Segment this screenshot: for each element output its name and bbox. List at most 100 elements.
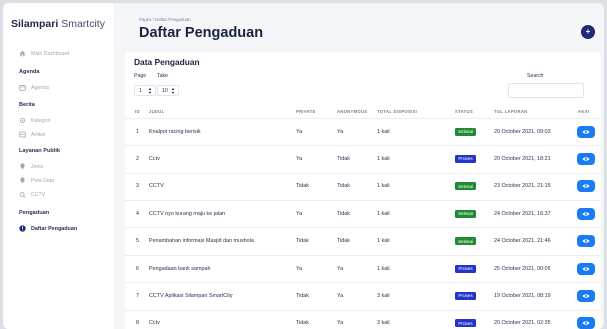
column-header-tgl-laporan: TGL LAPORAN	[494, 109, 528, 114]
page-stepper[interactable]: 1 ▲ ▼	[134, 85, 156, 96]
column-header-judul: JUDUL	[149, 109, 165, 114]
divider	[125, 118, 601, 119]
stepper-arrows-icon[interactable]: ▲ ▼	[148, 87, 152, 95]
cell-tgl-laporan: 20 October 2021, 18:21	[494, 155, 551, 162]
sidebar-section-pengaduan: Pengaduan	[19, 210, 50, 216]
cell-judul: Knalpot racing berisik	[149, 128, 201, 135]
column-header-total-disposisi: TOTAL DISPOSISI	[377, 109, 418, 114]
sidebar-item-cctv[interactable]: CCTV	[19, 191, 45, 198]
data-card: Data Pengaduan Page Take 1 ▲ ▼ 10 ▲ ▼ Sear…	[125, 52, 601, 329]
column-header-id: ID	[135, 109, 140, 114]
cell-tgl-laporan: 24 October 2021, 21:46	[494, 238, 551, 245]
sidebar-item-label: Jenis	[31, 163, 44, 170]
cell-disposisi: 1 kali	[377, 183, 390, 190]
eye-icon	[582, 294, 590, 298]
cell-anonymous: Ya	[337, 265, 344, 272]
location-pin-icon	[19, 177, 26, 184]
cell-private: Tidak	[296, 238, 309, 245]
sidebar-section-agenda: Agenda	[19, 69, 40, 75]
sidebar-item-daftar-pengaduan[interactable]: Daftar Pengaduan	[19, 225, 77, 232]
sidebar-item-kategori[interactable]: Kategori	[19, 117, 50, 124]
cell-judul: Pengadaan bank sampah	[149, 265, 211, 272]
cell-private: Tidak	[296, 183, 309, 190]
cell-private: Ya	[296, 155, 303, 162]
sidebar-item-agenda[interactable]: Agenda	[19, 84, 49, 91]
stepper-arrows-icon[interactable]: ▲ ▼	[171, 87, 175, 95]
sidebar-item-label: CCTV	[31, 191, 46, 198]
sidebar-item-main-dashboard[interactable]: Main Dashboard	[19, 50, 69, 57]
cell-judul: Penambahan informasi Masjid dan mushola	[149, 238, 254, 245]
sidebar-item-label: Agenda	[31, 84, 49, 91]
view-button[interactable]	[577, 289, 595, 302]
cell-anonymous: Ya	[337, 128, 344, 135]
divider	[125, 254, 601, 256]
view-button[interactable]	[577, 207, 595, 220]
cell-private: Tidak	[296, 292, 309, 299]
column-header-private: PRIVATE	[296, 109, 316, 114]
location-pin-icon	[19, 163, 26, 170]
add-button[interactable]: +	[581, 25, 595, 39]
cell-judul: CCTV nyo kurang maju ke jalan	[149, 210, 226, 217]
divider	[125, 309, 601, 311]
home-icon	[19, 50, 26, 57]
status-badge: Selesai	[455, 127, 476, 136]
eye-icon	[582, 321, 590, 325]
divider	[125, 200, 601, 201]
calendar-icon	[19, 84, 26, 91]
status-badge: Proses	[455, 154, 476, 163]
cell-private: Ya	[296, 210, 303, 217]
page-title: Daftar Pengaduan	[139, 25, 264, 41]
cell-anonymous: Tidak	[337, 155, 350, 162]
take-stepper[interactable]: 10 ▲ ▼	[157, 85, 179, 96]
view-button[interactable]	[577, 235, 595, 248]
sidebar-item-artikel[interactable]: Artikel	[19, 131, 45, 138]
app-window: Silampari Smartcity Main Dashboard Agend…	[3, 3, 604, 329]
status-badge: Proses	[455, 291, 476, 300]
sidebar: Silampari Smartcity Main Dashboard Agend…	[3, 3, 115, 329]
search-input[interactable]	[508, 83, 584, 98]
cell-id: 8	[136, 320, 139, 327]
eye-icon	[582, 184, 590, 188]
view-button[interactable]	[577, 262, 595, 275]
view-button[interactable]	[577, 152, 595, 165]
sidebar-section-layanan-publik: Layanan Publik	[19, 148, 61, 154]
cell-disposisi: 1 kali	[377, 155, 390, 162]
card-title: Data Pengaduan	[134, 57, 200, 67]
column-header-anonymous: ANONYMOUS	[337, 109, 368, 114]
view-button[interactable]	[577, 180, 595, 193]
cell-private: Ya	[296, 265, 303, 272]
divider	[125, 172, 601, 174]
sidebar-item-label: Daftar Pengaduan	[31, 225, 78, 232]
sidebar-item-peta-data[interactable]: Peta Data	[19, 177, 54, 184]
divider	[125, 145, 601, 147]
cell-tgl-laporan: 20 October 2021, 09:03	[494, 128, 551, 135]
cell-anonymous: Tidak	[337, 238, 350, 245]
cell-disposisi: 3 kali	[377, 292, 390, 299]
cell-private: Ya	[296, 128, 303, 135]
cell-judul: CCTV Aplikasi Silampari SmartCity	[149, 292, 233, 299]
divider	[125, 282, 601, 284]
cell-disposisi: 1 kali	[377, 210, 390, 217]
cell-tgl-laporan: 23 October 2021, 21:15	[494, 183, 551, 190]
cell-anonymous: Tidak	[337, 210, 350, 217]
brand-logo[interactable]: Silampari Smartcity	[11, 18, 105, 30]
sidebar-section-berita: Berita	[19, 102, 35, 108]
cell-id: 6	[136, 265, 139, 272]
view-button[interactable]	[577, 317, 595, 329]
sidebar-item-jenis[interactable]: Jenis	[19, 163, 43, 170]
info-icon	[19, 225, 26, 232]
eye-icon	[582, 266, 590, 271]
cell-id: 1	[136, 128, 139, 135]
cell-disposisi: 3 kali	[377, 320, 390, 327]
list-icon	[19, 131, 26, 138]
cell-anonymous: Ya	[337, 292, 344, 299]
cell-id: 2	[136, 155, 139, 162]
cell-tgl-laporan: 25 October 2021, 00:05	[494, 265, 551, 272]
view-button[interactable]	[577, 125, 595, 138]
cell-judul: Cctv	[149, 155, 160, 162]
eye-icon	[582, 129, 590, 134]
cell-id: 3	[136, 183, 139, 190]
cell-judul: CCTV	[149, 183, 164, 190]
eye-icon	[582, 157, 590, 161]
cell-tgl-laporan: 20 October 2021, 02:35	[494, 320, 551, 327]
